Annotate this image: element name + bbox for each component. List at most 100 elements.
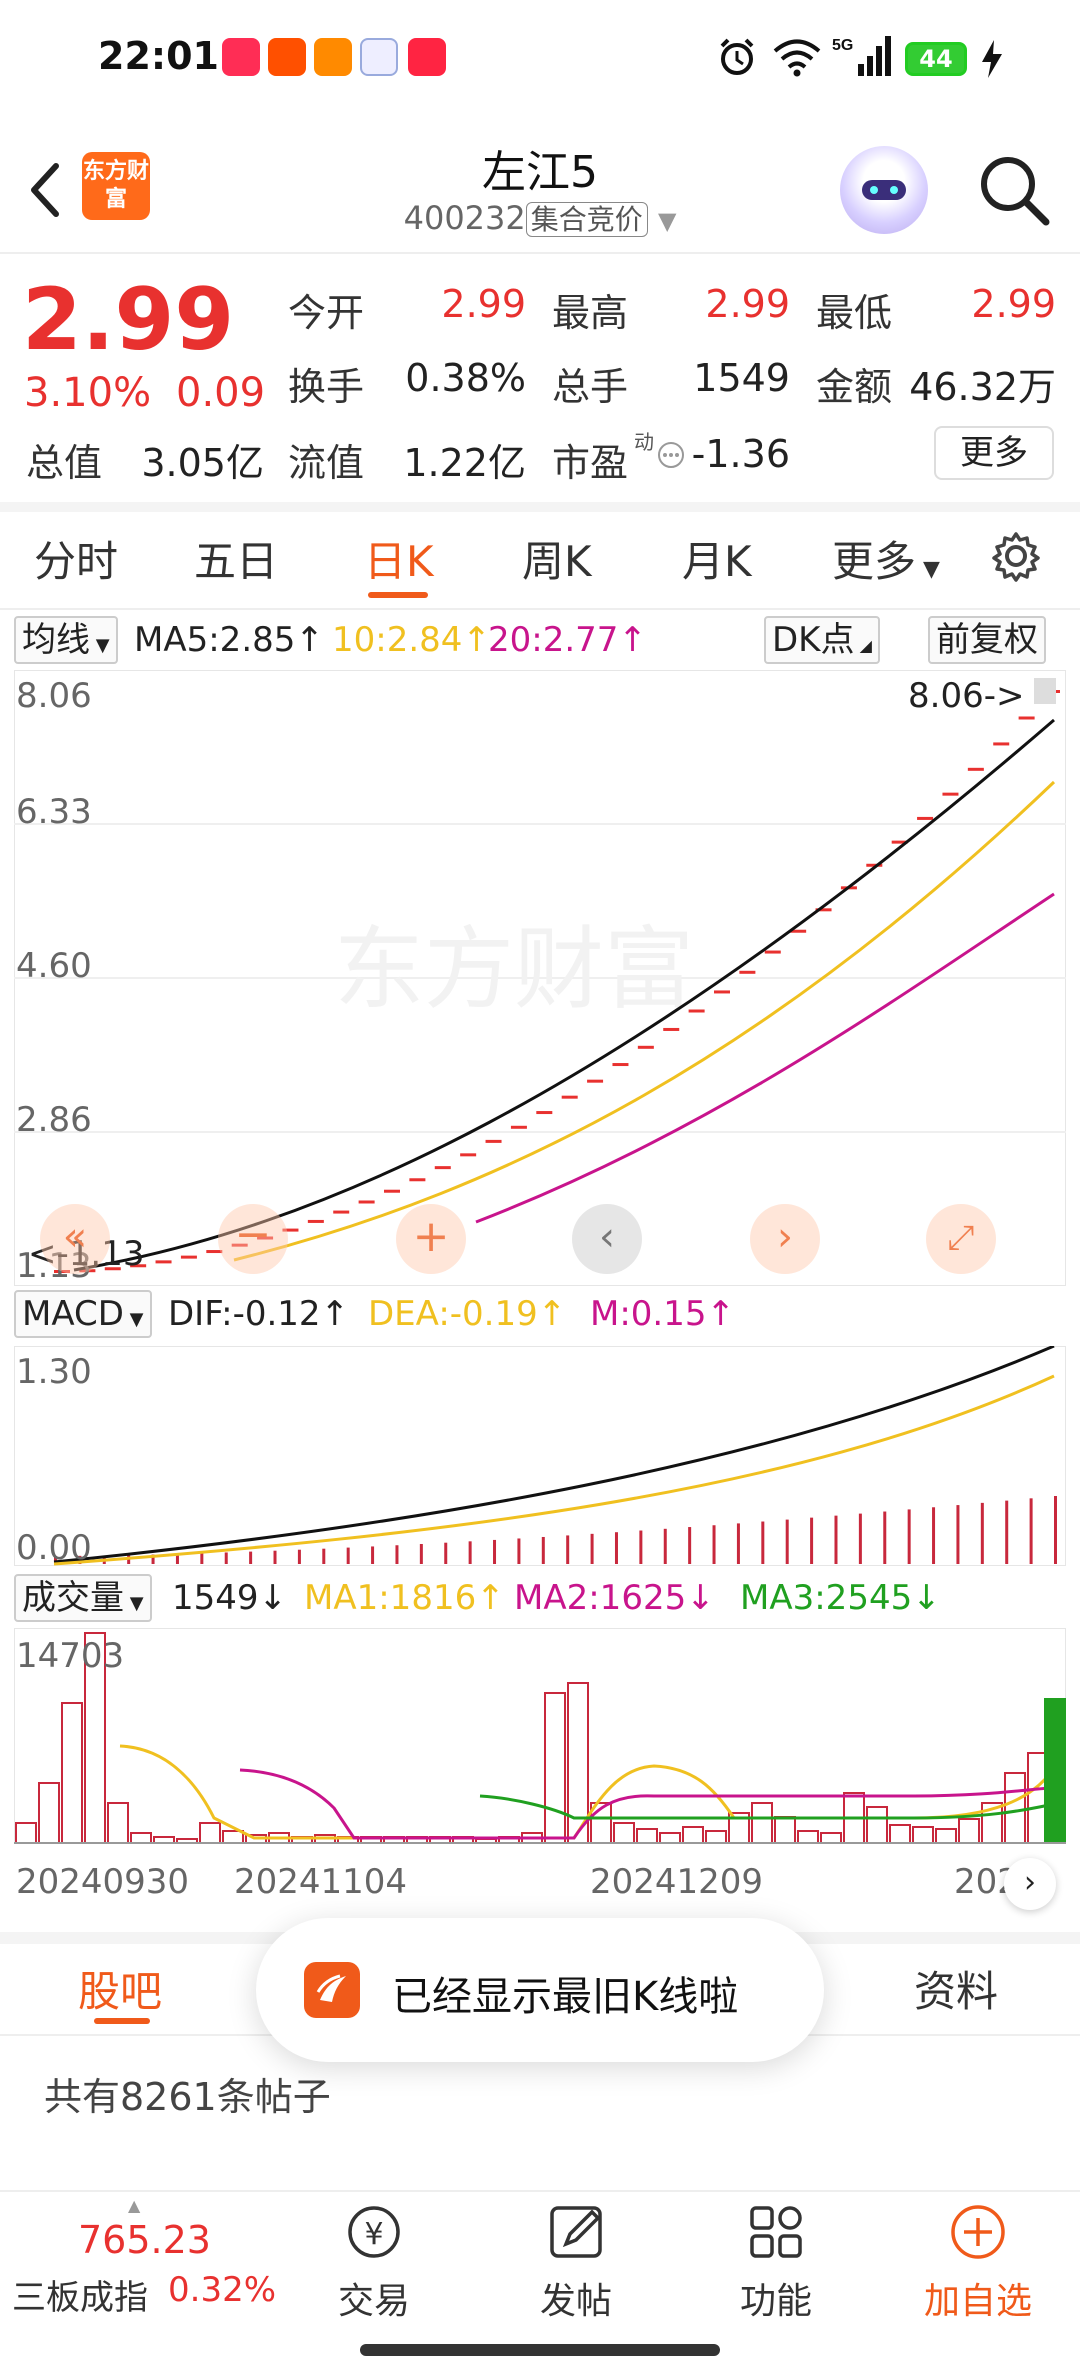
- macd-bar: [663, 1528, 667, 1564]
- high-label: 最高: [552, 291, 629, 335]
- search-icon[interactable]: [974, 150, 1054, 230]
- zoom-in-icon[interactable]: +: [396, 1204, 466, 1274]
- header-divider: [0, 252, 1080, 254]
- candle: [967, 767, 984, 771]
- home-indicator[interactable]: [360, 2344, 720, 2356]
- macd-bar: [444, 1542, 448, 1564]
- index-change: 0.32%: [168, 2270, 277, 2310]
- macd-selector[interactable]: MACD ▼: [14, 1290, 152, 1338]
- volume-selector[interactable]: 成交量 ▼: [14, 1574, 152, 1622]
- change-amount: 0.09: [176, 370, 266, 416]
- macd-chart[interactable]: [14, 1346, 1066, 1566]
- tab-daily-k[interactable]: 日K: [364, 528, 434, 589]
- float-cap-value: 1.22亿: [403, 441, 526, 485]
- open-value: 2.99: [441, 282, 526, 326]
- tab-intraday[interactable]: 分时: [34, 528, 118, 589]
- candle: [485, 1139, 502, 1143]
- dk-point-label: DK点: [772, 620, 855, 660]
- candle: [764, 950, 781, 954]
- wifi-icon: [773, 39, 821, 77]
- candle: [917, 816, 934, 820]
- nav-functions-label: 功能: [739, 2281, 812, 2322]
- post-count: 共有8261条帖子: [44, 2075, 331, 2119]
- macd-bar: [322, 1548, 326, 1564]
- ma20-value: 20:2.77↑: [488, 620, 647, 660]
- macd-bar: [761, 1521, 765, 1564]
- macd-bar: [932, 1507, 936, 1564]
- signal-5g-icon: 5G: [832, 36, 891, 76]
- tab-profile[interactable]: 资料: [914, 1958, 998, 2019]
- pe-value: -1.36: [691, 432, 790, 476]
- stock-code: 400232: [403, 199, 526, 237]
- forward-adjust-button[interactable]: 前复权: [928, 616, 1046, 664]
- dropdown-triangle-icon: ▼: [657, 207, 677, 235]
- eastmoney-toast-icon: [304, 1962, 360, 2018]
- kline-chart[interactable]: 东方财富: [14, 670, 1066, 1286]
- candle: [942, 792, 959, 796]
- more-quote-button[interactable]: 更多: [934, 426, 1054, 480]
- vol-ma3: MA3:2545↓: [740, 1578, 941, 1618]
- tab-more[interactable]: 更多 ▼: [832, 528, 940, 589]
- jump-to-start-icon[interactable]: «: [40, 1204, 110, 1274]
- vol-ma2: MA2:1625↓: [514, 1578, 715, 1618]
- macd-m-value: M:0.15↑: [590, 1294, 735, 1334]
- scroll-left-icon[interactable]: ‹: [572, 1204, 642, 1274]
- macd-bar: [493, 1539, 497, 1564]
- macd-bar: [249, 1551, 253, 1564]
- macd-bar: [541, 1536, 545, 1564]
- zoom-out-icon[interactable]: −: [218, 1204, 288, 1274]
- index-expand-icon[interactable]: ▲: [128, 2196, 140, 2215]
- macd-bar: [566, 1535, 570, 1564]
- volume-label: 总手: [552, 365, 629, 409]
- macd-bar: [785, 1519, 789, 1564]
- macd-bar: [419, 1543, 423, 1564]
- macd-bar: [590, 1533, 594, 1564]
- nav-trade-label: 交易: [337, 2281, 410, 2322]
- macd-bar: [980, 1502, 984, 1564]
- max-price-marker: 8.06->: [908, 676, 1025, 716]
- music-app-icon: [222, 38, 260, 76]
- pe-info-icon[interactable]: [656, 440, 686, 470]
- ma-selector[interactable]: 均线 ▼: [14, 616, 118, 664]
- macd-selector-label: MACD: [22, 1294, 124, 1334]
- fullscreen-icon[interactable]: ⤢: [926, 1204, 996, 1274]
- auction-tag: 集合竞价: [525, 202, 648, 237]
- scroll-right-icon[interactable]: ›: [750, 1204, 820, 1274]
- trade-yen-icon: ¥: [348, 2206, 400, 2258]
- macd-bar: [688, 1527, 692, 1564]
- tab-five-day[interactable]: 五日: [194, 528, 278, 589]
- tab-monthly-k[interactable]: 月K: [682, 528, 752, 589]
- pe-dynamic-mark: 动: [634, 430, 654, 454]
- macd-bar: [956, 1505, 960, 1564]
- volume-value: 1549: [693, 356, 790, 400]
- volume-chart[interactable]: [14, 1628, 1066, 1844]
- dk-point-selector[interactable]: DK点 ◢: [764, 616, 880, 664]
- index-value[interactable]: 765.23: [78, 2218, 211, 2262]
- candle: [688, 1009, 705, 1013]
- float-cap-label: 流值: [288, 441, 365, 485]
- macd-bar: [858, 1513, 862, 1564]
- scroll-latest-icon[interactable]: ›: [1004, 1858, 1056, 1910]
- macd-bar: [1005, 1500, 1009, 1564]
- macd-bar: [883, 1511, 887, 1564]
- ma-selector-label: 均线: [22, 620, 90, 660]
- nav-post[interactable]: 发帖: [516, 2200, 636, 2322]
- settings-gear-icon[interactable]: [990, 530, 1042, 582]
- turnover-value: 0.38%: [405, 356, 526, 400]
- nav-add-watchlist[interactable]: 加自选: [918, 2200, 1038, 2322]
- svg-text:5G: 5G: [832, 37, 853, 54]
- market-cap-label: 总值: [26, 441, 103, 485]
- candle: [434, 1166, 451, 1170]
- watermark: 东方财富: [334, 920, 694, 1020]
- pe-label: 市盈: [552, 441, 629, 485]
- clock: 22:01: [98, 34, 219, 78]
- tab-guba[interactable]: 股吧: [78, 1958, 162, 2019]
- nav-functions[interactable]: 功能: [716, 2200, 836, 2322]
- nav-trade[interactable]: ¥ 交易: [314, 2200, 434, 2322]
- candle: [612, 1063, 629, 1067]
- grid-icon: [750, 2206, 802, 2258]
- tab-weekly-k[interactable]: 周K: [522, 528, 592, 589]
- assistant-robot-avatar[interactable]: [840, 146, 928, 234]
- volume-y-max: 14703: [16, 1636, 125, 1676]
- macd-bar: [224, 1552, 228, 1564]
